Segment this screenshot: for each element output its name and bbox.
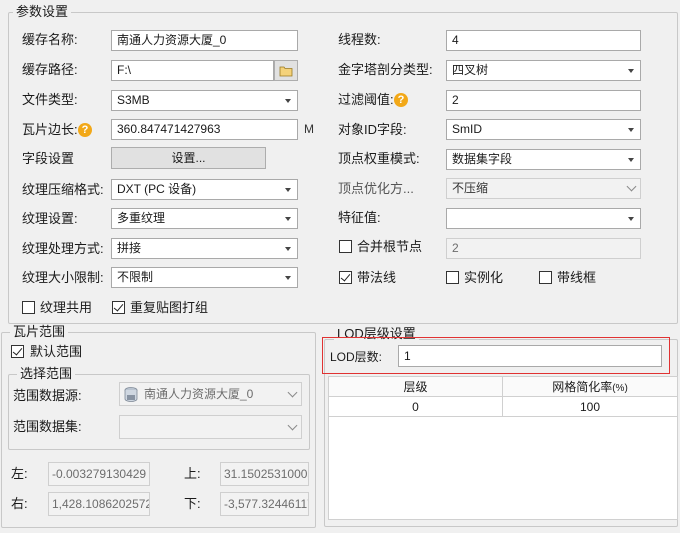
dropdown-arrow-icon	[622, 209, 640, 228]
normals-checkbox[interactable]	[339, 271, 352, 284]
chevron-down-icon	[622, 179, 640, 198]
vertex-optimize-label: 顶点优化方...	[338, 181, 414, 196]
texture-share-checkbox[interactable]	[22, 301, 35, 314]
texture-processing-value: 拼接	[117, 241, 142, 255]
feature-value-select[interactable]	[446, 208, 641, 229]
right-input[interactable]: 1,428.10862025721	[48, 492, 150, 516]
object-id-field-value: SmID	[452, 122, 482, 136]
vertex-optimize-select[interactable]: 不压缩	[446, 178, 641, 199]
datasource-icon	[124, 387, 138, 402]
lod-table-header: 层级 网格简化率(%)	[328, 376, 678, 397]
merge-root-checkbox[interactable]	[339, 240, 352, 253]
tile-size-input[interactable]: 360.847471427963	[111, 119, 298, 140]
default-range-label: 默认范围	[30, 344, 83, 359]
dropdown-arrow-icon	[622, 120, 640, 139]
cache-path-input[interactable]: F:\	[111, 60, 274, 81]
bottom-input[interactable]: -3,577.32446117	[220, 492, 309, 516]
threads-input[interactable]: 4	[446, 30, 641, 51]
texture-compression-value: DXT (PC 设备)	[117, 182, 197, 196]
object-id-field-label: 对象ID字段:	[338, 122, 407, 137]
merge-root-input[interactable]: 2	[446, 238, 641, 259]
file-type-select[interactable]: S3MB	[111, 90, 298, 111]
texture-settings-label: 纹理设置:	[22, 211, 78, 226]
range-datasource-value: 南通人力资源大厦_0	[144, 387, 254, 401]
right-label: 右:	[11, 496, 28, 511]
texture-processing-label: 纹理处理方式:	[22, 241, 104, 256]
browse-folder-button[interactable]	[274, 60, 298, 81]
chevron-down-icon	[283, 383, 301, 405]
normals-label: 带法线	[357, 270, 397, 285]
dropdown-arrow-icon	[279, 209, 297, 228]
tile-size-unit: M	[304, 122, 314, 136]
default-range-checkbox[interactable]	[11, 345, 24, 358]
cache-path-label: 缓存路径:	[22, 62, 78, 77]
object-id-field-select[interactable]: SmID	[446, 119, 641, 140]
merge-root-label: 合并根节点	[357, 239, 423, 254]
left-label: 左:	[11, 466, 28, 481]
select-range-group-title: 选择范围	[17, 367, 76, 381]
vertex-optimize-value: 不压缩	[452, 181, 489, 195]
texture-size-limit-select[interactable]: 不限制	[111, 267, 298, 288]
dropdown-arrow-icon	[622, 150, 640, 169]
column-header-level[interactable]: 层级	[328, 376, 503, 397]
chevron-down-icon	[283, 416, 301, 438]
dropdown-arrow-icon	[279, 91, 297, 110]
dropdown-arrow-icon	[279, 239, 297, 258]
tile-range-group-title: 瓦片范围	[10, 325, 69, 339]
dropdown-arrow-icon	[279, 268, 297, 287]
instancing-label: 实例化	[464, 270, 504, 285]
texture-size-limit-label: 纹理大小限制:	[22, 270, 104, 285]
wireframe-checkbox[interactable]	[539, 271, 552, 284]
file-type-label: 文件类型:	[22, 92, 78, 107]
pyramid-type-select[interactable]: 四叉树	[446, 60, 641, 81]
params-group-title: 参数设置	[13, 5, 72, 19]
dropdown-arrow-icon	[622, 61, 640, 80]
range-dataset-select[interactable]	[119, 415, 302, 439]
texture-size-limit-value: 不限制	[117, 270, 154, 284]
texture-share-label: 纹理共用	[40, 300, 93, 315]
texture-processing-select[interactable]: 拼接	[111, 238, 298, 259]
feature-value-label: 特征值:	[338, 210, 381, 225]
instancing-checkbox[interactable]	[446, 271, 459, 284]
pyramid-type-label: 金字塔剖分类型:	[338, 62, 433, 77]
field-settings-label: 字段设置	[22, 151, 75, 166]
range-datasource-select[interactable]: 南通人力资源大厦_0	[119, 382, 302, 406]
dropdown-arrow-icon	[279, 180, 297, 199]
lod-count-input[interactable]: 1	[398, 345, 662, 367]
table-row[interactable]: 0 100	[328, 396, 678, 417]
texture-compression-label: 纹理压缩格式:	[22, 182, 104, 197]
bottom-label: 下:	[184, 496, 201, 511]
top-label: 上:	[184, 466, 201, 481]
filter-threshold-label: 过滤阈值:	[338, 92, 394, 107]
range-dataset-label: 范围数据集:	[13, 419, 82, 434]
lod-count-label: LOD层数:	[330, 350, 383, 364]
column-header-simplify-rate[interactable]: 网格简化率(%)	[502, 376, 678, 397]
lod-table: 层级 网格简化率(%) 0 100	[328, 376, 678, 417]
tile-size-label: 瓦片边长:	[22, 122, 78, 137]
repeat-texture-group-checkbox[interactable]	[112, 301, 125, 314]
vertex-weight-mode-value: 数据集字段	[452, 152, 513, 166]
range-datasource-label: 范围数据源:	[13, 388, 82, 403]
cache-name-label: 缓存名称:	[22, 32, 78, 47]
texture-settings-value: 多重纹理	[117, 211, 166, 225]
top-input[interactable]: 31.15025310005	[220, 462, 309, 486]
lod-rate-cell[interactable]: 100	[502, 396, 678, 417]
texture-compression-select[interactable]: DXT (PC 设备)	[111, 179, 298, 200]
help-icon[interactable]: ?	[78, 123, 92, 137]
file-type-value: S3MB	[117, 93, 150, 107]
cache-name-input[interactable]: 南通人力资源大厦_0	[111, 30, 298, 51]
threads-label: 线程数:	[338, 32, 381, 47]
left-input[interactable]: -0.003279130429	[48, 462, 150, 486]
pyramid-type-value: 四叉树	[452, 63, 489, 77]
field-settings-button[interactable]: 设置...	[111, 147, 266, 169]
texture-settings-select[interactable]: 多重纹理	[111, 208, 298, 229]
filter-threshold-input[interactable]: 2	[446, 90, 641, 111]
help-icon[interactable]: ?	[394, 93, 408, 107]
folder-icon	[279, 66, 293, 77]
lod-level-cell[interactable]: 0	[328, 396, 503, 417]
wireframe-label: 带线框	[557, 270, 597, 285]
vertex-weight-mode-label: 顶点权重模式:	[338, 151, 420, 166]
vertex-weight-mode-select[interactable]: 数据集字段	[446, 149, 641, 170]
repeat-texture-group-label: 重复贴图打组	[130, 300, 209, 315]
